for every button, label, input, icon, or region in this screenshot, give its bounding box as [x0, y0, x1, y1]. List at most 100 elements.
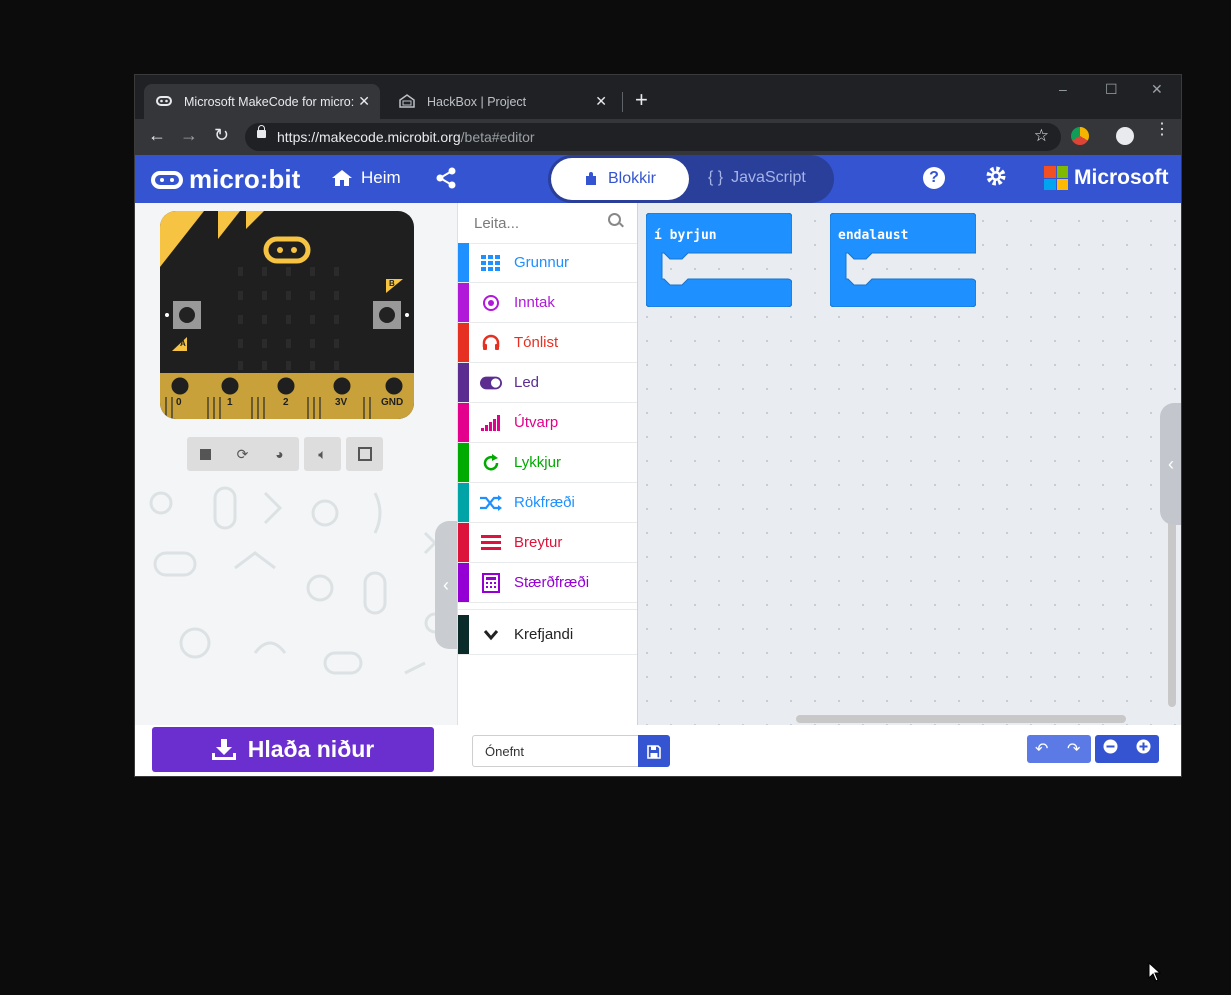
close-window-button[interactable]: ✕ [1151, 81, 1163, 98]
category-label: Grunnur [514, 254, 570, 271]
zoom-in-icon[interactable] [1136, 739, 1151, 759]
editor-toggle: Blokkir { } JavaScript [548, 155, 834, 203]
search-icon [608, 213, 621, 226]
button-b[interactable] [373, 301, 401, 329]
profile-avatar-icon[interactable] [1116, 127, 1134, 145]
back-button[interactable]: ← [148, 125, 166, 146]
tab-close-icon[interactable]: ✕ [358, 93, 370, 110]
tab-makecode[interactable]: Microsoft MakeCode for micro:bit ✕ [144, 84, 380, 119]
new-tab-button[interactable]: + [635, 87, 648, 113]
fullscreen-button[interactable] [346, 437, 383, 471]
category-color-bar [458, 563, 469, 602]
horizontal-scrollbar[interactable] [796, 715, 1126, 723]
project-name-input[interactable] [472, 735, 638, 767]
category-breytur[interactable]: Breytur [458, 523, 638, 563]
button-a[interactable] [173, 301, 201, 329]
home-button[interactable]: Heim [331, 168, 401, 188]
block-forever[interactable]: endalaust [830, 213, 976, 307]
ms-square-green [1056, 166, 1068, 178]
blocks-workspace[interactable]: í byrjun endalaust ‹ [637, 203, 1181, 725]
tab-hackbox[interactable]: HackBox | Project ✕ [387, 84, 617, 119]
braces-icon: { } [708, 169, 724, 186]
loop-icon [480, 452, 502, 474]
pin-label-gnd: GND [381, 397, 404, 408]
mute-icon: 🔈︎ [318, 445, 327, 462]
toolbox-search[interactable]: Leita... [458, 203, 638, 244]
category-label: Breytur [514, 534, 563, 551]
zoom-out-icon[interactable] [1103, 739, 1118, 759]
reload-button[interactable]: ↻ [214, 125, 229, 146]
save-button[interactable] [638, 735, 670, 767]
stop-button[interactable] [187, 437, 224, 471]
fullscreen-icon [357, 447, 372, 461]
category-label: Lykkjur [514, 454, 561, 471]
target-icon [480, 292, 502, 314]
stop-icon [200, 448, 211, 460]
calculator-icon [480, 572, 502, 594]
forward-button[interactable]: → [180, 125, 198, 146]
category-led[interactable]: Led [458, 363, 638, 403]
download-button[interactable]: Hlaða niður [152, 727, 434, 772]
collapse-simulator-button[interactable]: ‹ [435, 521, 457, 649]
microsoft-logo[interactable]: Microsoft [1044, 166, 1169, 190]
undo-icon[interactable]: ↶ [1035, 739, 1048, 759]
category-tonlist[interactable]: Tónlist [458, 323, 638, 363]
category-label: Tónlist [514, 334, 559, 351]
home-icon [332, 170, 352, 186]
category-inntak[interactable]: Inntak [458, 283, 638, 323]
bookmark-star-icon[interactable]: ☆ [1034, 126, 1049, 146]
signal-bars-icon [480, 412, 502, 434]
slow-mo-button[interactable]: ◕ [261, 437, 298, 471]
category-staerdfraedi[interactable]: Stærðfræði [458, 563, 638, 603]
category-color-bar [458, 403, 469, 442]
grid-icon [480, 252, 502, 274]
fullscreen-group [346, 437, 383, 471]
category-grunnur[interactable]: Grunnur [458, 243, 638, 283]
browser-menu-icon[interactable]: ⋮ [1154, 122, 1170, 138]
microbit-logo-icon [151, 170, 183, 189]
collapse-workspace-button[interactable]: ‹ [1160, 403, 1181, 525]
button-b-label: B [389, 279, 395, 288]
minimize-button[interactable]: – [1059, 81, 1067, 97]
javascript-tab[interactable]: { } JavaScript [708, 169, 806, 187]
help-icon[interactable]: ? [923, 167, 945, 189]
category-color-bar [458, 283, 469, 322]
restart-button[interactable]: ⟳ [224, 437, 261, 471]
microbit-logo[interactable]: micro:bit [151, 164, 300, 195]
chevron-left-icon: ‹ [443, 575, 449, 595]
search-input[interactable]: Leita... [474, 215, 519, 232]
address-bar[interactable]: https://makecode.microbit.org/beta#edito… [245, 123, 1061, 151]
floppy-disk-icon [647, 745, 661, 760]
redo-icon[interactable]: ↷ [1067, 739, 1080, 759]
browser-toolbar: ← → ↻ https://makecode.microbit.org/beta… [135, 119, 1181, 155]
category-utvarp[interactable]: Útvarp [458, 403, 638, 443]
blocks-tab[interactable]: Blokkir [551, 158, 689, 200]
category-rokfraedi[interactable]: Rökfræði [458, 483, 638, 523]
editor-footer: Hlaða niður ↶ ↷ [135, 725, 1181, 776]
maximize-button[interactable]: ☐ [1105, 81, 1118, 98]
gear-icon[interactable] [984, 164, 1008, 188]
tab-close-icon[interactable]: ✕ [595, 93, 607, 110]
pin-label-2: 2 [283, 397, 289, 408]
puzzle-icon [585, 172, 596, 185]
mute-button[interactable]: 🔈︎ [304, 437, 341, 471]
category-krefjandi[interactable]: Krefjandi [458, 615, 638, 655]
category-label: Rökfræði [514, 494, 575, 511]
category-label: Inntak [514, 294, 555, 311]
app-header: micro:bit Heim Blokkir { } JavaScript ? [135, 155, 1181, 203]
tab-separator [622, 92, 623, 112]
extension-icon[interactable] [1071, 127, 1089, 145]
tab-strip: Microsoft MakeCode for micro:bit ✕ HackB… [135, 75, 1181, 119]
download-label: Hlaða niður [247, 736, 375, 762]
category-label: Útvarp [514, 414, 559, 431]
home-label: Heim [361, 168, 401, 187]
category-color-bar [458, 443, 469, 482]
block-on-start[interactable]: í byrjun [646, 213, 792, 307]
category-lykkjur[interactable]: Lykkjur [458, 443, 638, 483]
category-label: Stærðfræði [514, 574, 590, 591]
javascript-label: JavaScript [731, 169, 806, 186]
simulator-panel: 0 1 2 3V GND A B ⟳ ◕ 🔈︎ ‹ [135, 203, 457, 725]
share-icon[interactable] [435, 167, 457, 189]
toggle-icon [480, 372, 502, 394]
headphones-icon [480, 332, 502, 354]
